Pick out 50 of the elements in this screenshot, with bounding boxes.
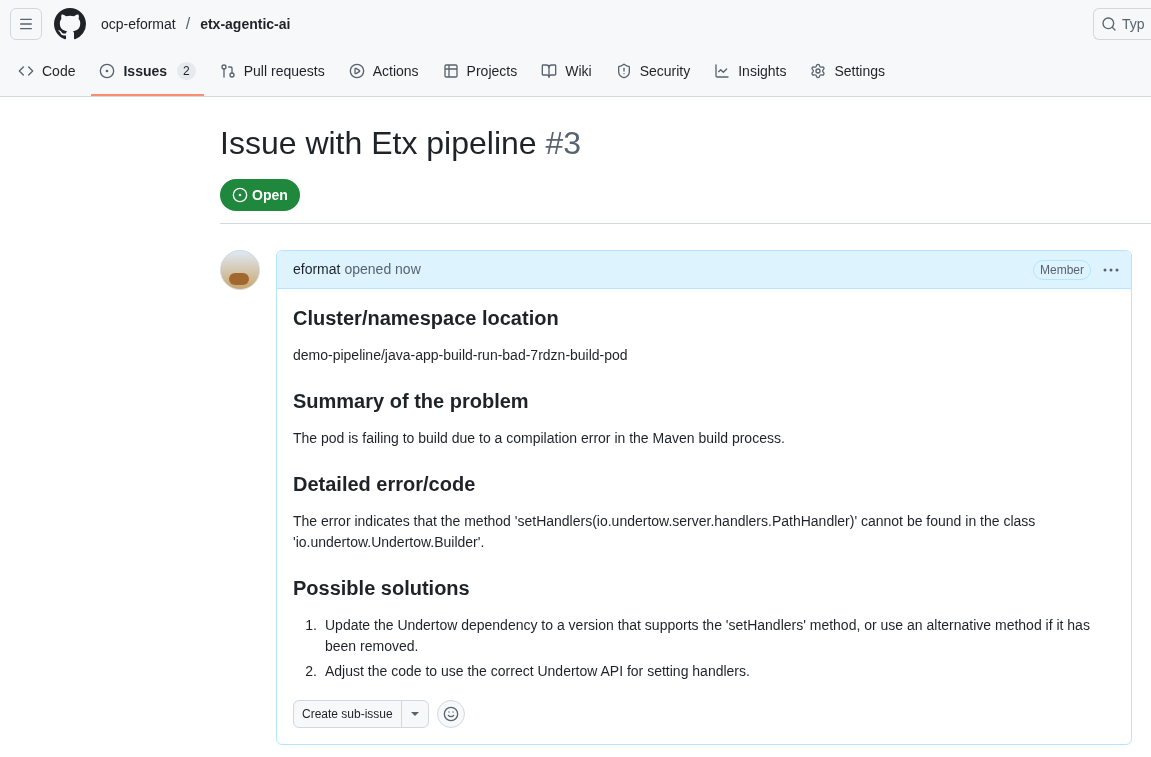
circle-dot-icon [232,187,248,203]
smiley-icon [442,706,459,722]
count-badge: 2 [177,62,196,80]
menu-icon [18,16,34,32]
pull-request-icon [219,63,236,79]
search-field[interactable]: Typ [1093,8,1151,40]
repo-link[interactable]: etx-agentic-ai [200,13,291,35]
list-number: 2. [304,662,317,681]
section-heading: Summary of the problem [293,389,530,414]
path-separator: / [185,14,191,34]
body-paragraph: demo-pipeline/java-app-build-run-bad-7rdzn-build-pod [293,346,629,365]
chart-icon [714,63,731,79]
opened-time: opened now [344,260,421,279]
code-icon [18,63,34,79]
table-icon [442,63,459,79]
repo-tab[interactable]: Insights [706,48,795,96]
section-heading: Detailed error/code [293,472,477,497]
octocat-logo-icon[interactable] [54,8,86,40]
author-link[interactable]: eformat [293,259,341,280]
circle-dot-icon [99,63,116,79]
list-number: 1. [304,616,317,635]
play-icon [348,63,365,79]
avatar [220,250,260,290]
status-badge: Open [220,179,300,211]
repo-tab[interactable]: Actions [340,48,427,96]
repo-tab[interactable]: Issues 2 [91,48,204,96]
search-icon [1101,16,1117,32]
owner-link[interactable]: ocp-eformat [101,13,176,35]
issue-title: Issue with Etx pipeline [220,125,537,161]
menu-button[interactable] [10,8,42,40]
repo-tab[interactable]: Wiki [533,48,600,96]
repo-tab[interactable]: Security [607,48,699,96]
shield-icon [615,63,632,79]
more-icon [1103,267,1119,272]
list-item-text: Adjust the code to use the correct Undertow API for setting handlers. [325,662,750,681]
repo-tab[interactable]: Projects [434,48,526,96]
repo-tab[interactable]: Settings [802,48,894,96]
caret-icon [410,712,419,716]
repo-tab[interactable]: Code [10,48,84,96]
section-heading: Cluster/namespace location [293,306,560,331]
book-icon [541,63,558,79]
issue-number: #3 [545,125,582,161]
body-paragraph: The error indicates that the method 'setHandlers(io.undertow.server.handlers.PathHandler)' cannot be found in the class 'io.undertow.Undertow.Builder'. [293,512,1037,552]
create-sub-issue-button[interactable]: Create sub-issue [294,701,402,727]
section-heading: Possible solutions [293,576,471,601]
list-item-text: Update the Undertow dependency to a version that supports the 'setHandlers' method, or use an alternative method if it has been removed. [325,616,1091,656]
body-paragraph: The pod is failing to build due to a compilation error in the Maven build process. [293,429,786,448]
repo-tab[interactable]: Pull requests [211,48,333,96]
reaction-button[interactable] [436,700,465,728]
gear-icon [810,63,827,79]
